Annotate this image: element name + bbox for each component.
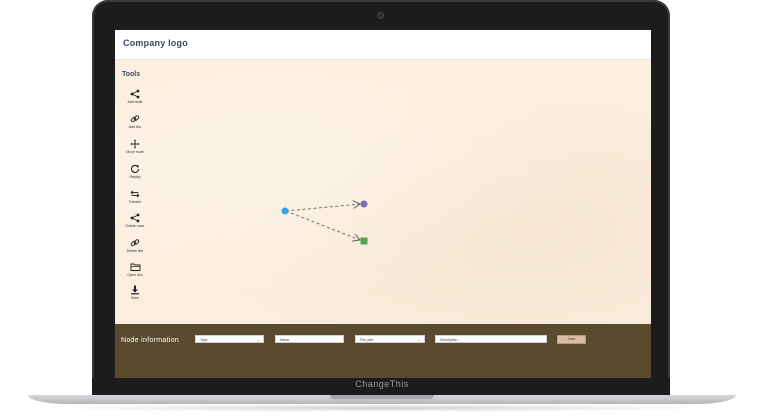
tool-label: Delete link (126, 249, 144, 253)
chevron-down-icon: ⌄ (256, 337, 260, 342)
delete-link-icon (130, 239, 140, 247)
transfer-icon (130, 190, 140, 198)
target-node-circle[interactable] (360, 200, 368, 208)
file-path-select[interactable]: File path ⌄ (355, 335, 425, 343)
description-input-placeholder: Description (440, 338, 458, 342)
tool-move-node[interactable]: Move node (119, 139, 151, 161)
company-logo[interactable]: Company logo (123, 38, 188, 48)
screen: Company logo Tools Add node Add link Mov… (115, 30, 651, 378)
tool-save[interactable]: Save (119, 285, 151, 307)
laptop-notch (330, 395, 434, 399)
file-path-select-value: File path (360, 338, 374, 342)
tool-label: Save (131, 296, 139, 300)
app-header: Company logo (115, 30, 651, 60)
tool-open-doc[interactable]: Open doc (119, 262, 151, 284)
node-information-panel: Node information Type ⌄ Name File path ⌄… (115, 324, 651, 378)
camera-icon (378, 13, 383, 18)
replay-icon (131, 164, 140, 173)
target-node-square[interactable] (360, 237, 368, 245)
source-node[interactable] (281, 207, 289, 215)
folder-icon (130, 263, 140, 271)
type-select-value: Type (200, 338, 208, 342)
tool-delete-node[interactable]: Delete node (119, 213, 151, 235)
type-select[interactable]: Type ⌄ (195, 335, 264, 343)
tool-label: Replay (129, 175, 141, 179)
tool-add-node[interactable]: Add node (119, 89, 151, 111)
tool-transfer[interactable]: Transfer (119, 189, 151, 211)
tool-delete-link[interactable]: Delete link (119, 238, 151, 260)
link-icon (130, 115, 140, 123)
tool-label: Move node (126, 150, 144, 154)
tool-label: Add link (128, 125, 142, 129)
move-icon (130, 139, 140, 149)
tool-label: Delete node (125, 224, 145, 228)
delete-node-icon (130, 213, 140, 223)
download-icon (131, 285, 139, 295)
tool-label: Open doc (127, 273, 143, 277)
laptop-shadow (40, 404, 724, 412)
graph-svg (281, 60, 368, 245)
tool-label: Add node (127, 100, 143, 104)
device-brand: ChangeThis (355, 379, 409, 389)
save-button[interactable]: Save (557, 335, 586, 344)
tool-replay[interactable]: Replay (119, 164, 151, 186)
tools-title: Tools (122, 71, 141, 78)
link-to-square[interactable] (285, 210, 360, 240)
link-to-circle[interactable] (285, 204, 360, 212)
name-input[interactable]: Name (275, 335, 344, 343)
chevron-down-icon: ⌄ (417, 337, 421, 342)
tool-add-link[interactable]: Add link (119, 114, 151, 136)
graph-canvas[interactable] (115, 60, 651, 324)
name-input-placeholder: Name (280, 338, 290, 342)
add-node-icon (130, 89, 140, 99)
description-input[interactable]: Description (435, 335, 547, 343)
node-information-title: Node information (121, 337, 180, 344)
tool-label: Transfer (128, 200, 142, 204)
